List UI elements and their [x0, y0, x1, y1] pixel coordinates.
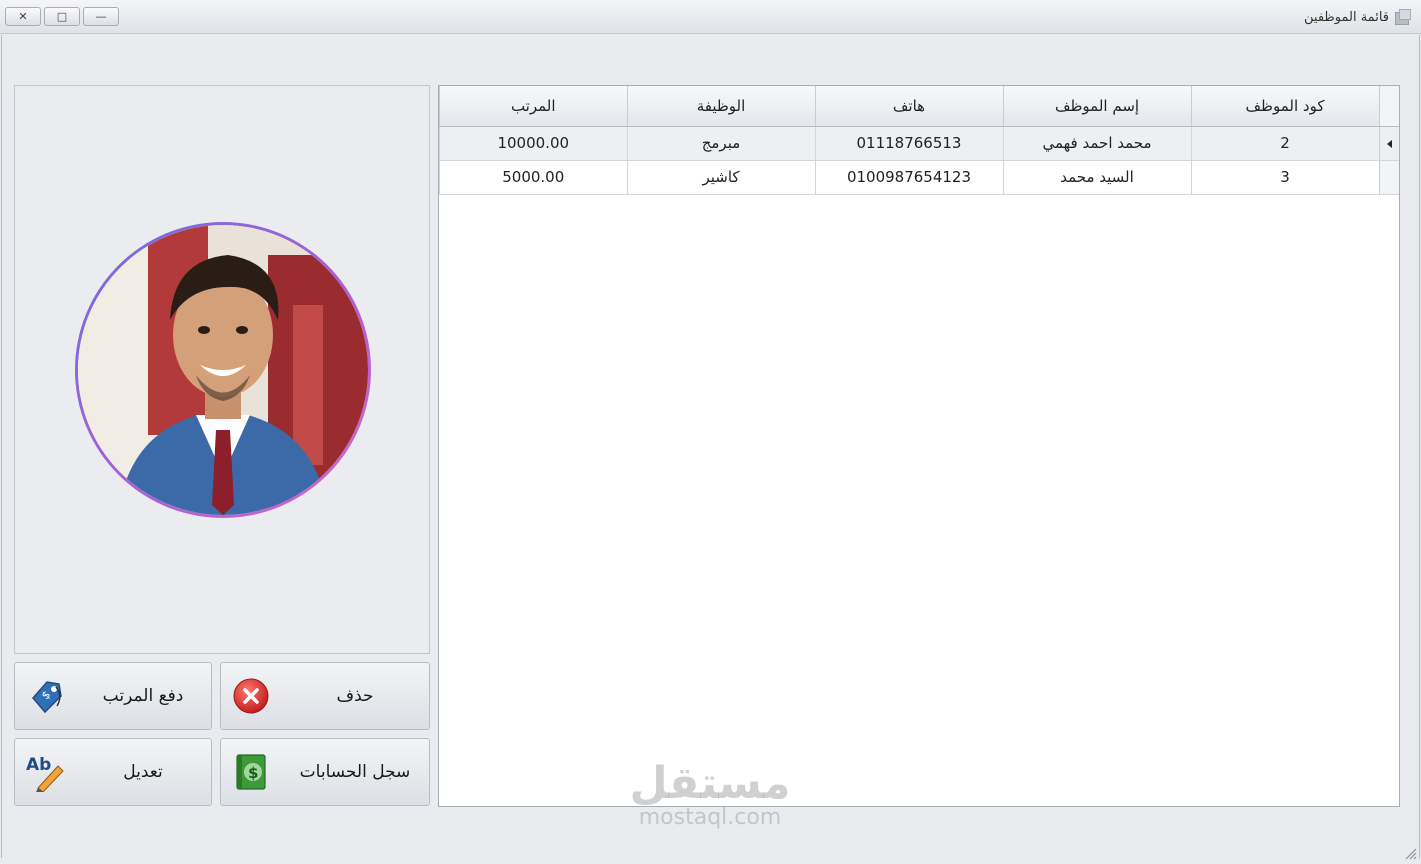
column-header-job[interactable]: الوظيفة: [626, 86, 815, 127]
minimize-window-button[interactable]: —: [83, 7, 119, 26]
cell-job[interactable]: مبرمج: [626, 126, 815, 161]
column-header-name[interactable]: إسم الموظف: [1002, 86, 1191, 127]
row-selector[interactable]: [1378, 126, 1399, 161]
ab-icon-text: Ab: [26, 755, 51, 775]
column-header-code[interactable]: كود الموظف: [1190, 86, 1379, 127]
pay-salary-button[interactable]: $ دفع المرتب: [14, 662, 212, 730]
row-selector[interactable]: [1378, 160, 1399, 195]
delete-label: حذف: [336, 686, 374, 706]
column-header-salary[interactable]: المرتب: [439, 86, 627, 127]
cell-phone[interactable]: 0100987654123: [814, 160, 1003, 195]
cell-job[interactable]: كاشير: [626, 160, 815, 195]
cell-salary[interactable]: 5000.00: [439, 160, 627, 195]
watermark: مستقل mostaql.com: [620, 762, 800, 830]
money-book-icon: $: [229, 750, 273, 794]
cell-phone[interactable]: 01118766513: [814, 126, 1003, 161]
title-bar: ✕ □ — قائمة الموظفين: [0, 0, 1421, 34]
cell-code[interactable]: 3: [1190, 160, 1379, 195]
employees-table: كود الموظف إسم الموظف هاتف الوظيفة المرت…: [439, 86, 1399, 195]
employee-photo-illustration: [78, 225, 368, 515]
cell-name[interactable]: محمد احمد فهمي: [1002, 126, 1191, 161]
watermark-logo: مستقل: [629, 758, 791, 809]
accounts-log-label: سجل الحسابات: [299, 762, 411, 782]
employee-photo-panel: [14, 85, 430, 654]
window-controls: ✕ □ —: [5, 7, 119, 26]
employee-photo: [78, 225, 368, 515]
cell-salary[interactable]: 10000.00: [439, 126, 627, 161]
price-tag-icon: $: [23, 674, 67, 718]
edit-label: تعديل: [123, 762, 163, 782]
window-title-area: قائمة الموظفين: [1304, 9, 1411, 25]
cell-code[interactable]: 2: [1190, 126, 1379, 161]
ab-pencil-icon: Ab: [23, 750, 67, 794]
cell-name[interactable]: السيد محمد: [1002, 160, 1191, 195]
svg-text:$: $: [248, 764, 258, 782]
column-header-phone[interactable]: هاتف: [814, 86, 1003, 127]
table-row[interactable]: 3 السيد محمد 0100987654123 كاشير 5000.00: [439, 160, 1399, 195]
red-x-circle-icon: [229, 674, 273, 718]
delete-button[interactable]: حذف: [220, 662, 430, 730]
row-header-corner: [1378, 86, 1399, 127]
maximize-window-button[interactable]: □: [44, 7, 80, 26]
current-row-arrow-icon: [1386, 140, 1392, 148]
app-window-icon: [1393, 9, 1411, 25]
close-window-button[interactable]: ✕: [5, 7, 41, 26]
table-header-row: كود الموظف إسم الموظف هاتف الوظيفة المرت…: [439, 86, 1399, 127]
edit-button[interactable]: Ab تعديل: [14, 738, 212, 806]
employee-photo-frame: [75, 222, 371, 518]
employees-grid[interactable]: كود الموظف إسم الموظف هاتف الوظيفة المرت…: [438, 85, 1400, 807]
resize-grip-icon[interactable]: [1403, 846, 1417, 860]
window-title: قائمة الموظفين: [1304, 9, 1389, 25]
accounts-log-button[interactable]: $ سجل الحسابات: [220, 738, 430, 806]
table-row[interactable]: 2 محمد احمد فهمي 01118766513 مبرمج 10000…: [439, 126, 1399, 161]
watermark-url: mostaql.com: [638, 805, 782, 830]
pay-salary-label: دفع المرتب: [102, 686, 184, 706]
